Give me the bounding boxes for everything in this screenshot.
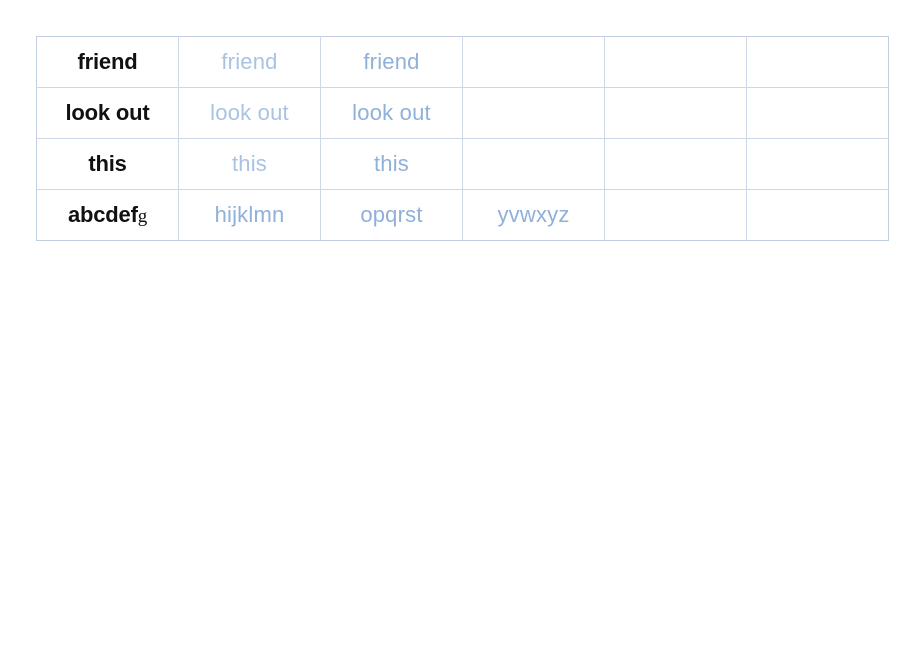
cell-text: friend xyxy=(221,48,278,74)
table-cell-trace: hijklmn xyxy=(178,189,321,241)
table-row: look out look out look out xyxy=(36,87,889,139)
cell-text: look out xyxy=(65,99,150,125)
table-cell-blank xyxy=(746,138,889,190)
table-cell-prompt: friend xyxy=(36,36,179,88)
table-cell-trace: look out xyxy=(178,87,321,139)
table-cell-blank xyxy=(462,36,605,88)
table-cell-blank xyxy=(746,87,889,139)
cell-text: hijklmn xyxy=(214,201,285,227)
table-cell-blank xyxy=(604,36,747,88)
table-cell-trace: look out xyxy=(320,87,463,139)
table-row: friend friend friend xyxy=(36,36,889,88)
table-cell-trace: opqrst xyxy=(320,189,463,241)
table-cell-blank xyxy=(462,138,605,190)
cell-text: this xyxy=(231,150,268,176)
table-cell-blank xyxy=(604,189,747,241)
table-row: this this this xyxy=(36,138,889,190)
cell-text: abcdefg xyxy=(67,201,148,228)
table-cell-blank xyxy=(746,36,889,88)
page-canvas: friend friend friend look out look out l… xyxy=(0,0,920,651)
cell-text: friend xyxy=(363,48,420,74)
table-cell-blank xyxy=(746,189,889,241)
cell-text: look out xyxy=(352,99,431,125)
cell-text: friend xyxy=(77,48,138,74)
cell-text: look out xyxy=(210,99,289,125)
table-cell-prompt: abcdefg xyxy=(36,189,179,241)
cell-text: this xyxy=(373,150,410,176)
table-body: friend friend friend look out look out l… xyxy=(36,36,889,241)
table-cell-trace: friend xyxy=(178,36,321,88)
word-practice-table: friend friend friend look out look out l… xyxy=(36,36,889,241)
cell-text: yvwxyz xyxy=(497,201,570,227)
cell-text: this xyxy=(88,150,127,176)
table-row: abcdefg hijklmn opqrst yvwxyz xyxy=(36,189,889,241)
table-cell-blank xyxy=(604,87,747,139)
table-cell-trace: this xyxy=(178,138,321,190)
table-cell-trace: friend xyxy=(320,36,463,88)
table-cell-trace: this xyxy=(320,138,463,190)
table-cell-trace: yvwxyz xyxy=(462,189,605,241)
table-cell-blank xyxy=(462,87,605,139)
cell-text-alt-glyph: g xyxy=(137,205,148,227)
cell-text: opqrst xyxy=(360,201,423,227)
table-cell-prompt: this xyxy=(36,138,179,190)
table-cell-blank xyxy=(604,138,747,190)
table-cell-prompt: look out xyxy=(36,87,179,139)
cell-text-main: abcdef xyxy=(67,201,138,227)
